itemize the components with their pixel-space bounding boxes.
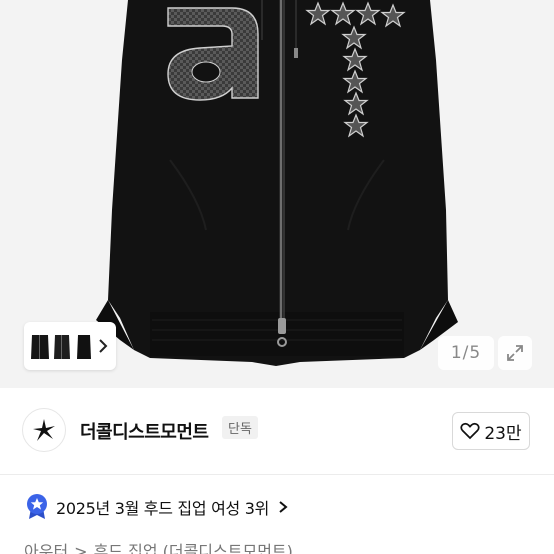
chevron-right-icon[interactable] — [96, 336, 110, 356]
like-count: 23만 — [484, 423, 522, 444]
breadcrumb-separator: > — [74, 542, 88, 554]
chevron-right-icon — [279, 501, 288, 513]
thumbnail-image[interactable] — [52, 329, 72, 363]
image-counter: 1/5 — [438, 336, 494, 370]
thumbnail-image[interactable] — [30, 329, 50, 363]
thumbnail-strip[interactable] — [24, 322, 116, 370]
thumbnail-image[interactable] — [74, 329, 94, 363]
shop-row: 더콜디스트모먼트 단독 23만 — [0, 388, 554, 474]
divider — [0, 474, 554, 475]
shop-logo-icon — [33, 419, 55, 441]
rank-badge-icon — [27, 494, 47, 519]
breadcrumb-item-outer[interactable]: 아우터 — [24, 542, 68, 554]
ranking-text: 2025년 3월 후드 집업 여성 3위 — [56, 499, 269, 518]
exclusive-badge: 단독 — [222, 416, 258, 439]
breadcrumb-item-hood-zipup[interactable]: 후드 집업 (더콜디스트모먼트) — [94, 542, 293, 554]
breadcrumb: 아우터 > 후드 집업 (더콜디스트모먼트) — [24, 538, 299, 554]
product-image-gallery[interactable]: 1/5 — [0, 0, 554, 388]
heart-icon — [460, 422, 480, 440]
shop-logo[interactable] — [22, 408, 66, 452]
expand-icon — [507, 345, 523, 361]
shop-name[interactable]: 더콜디스트모먼트 — [80, 418, 209, 444]
like-button[interactable]: 23만 — [452, 412, 530, 450]
expand-button[interactable] — [498, 336, 532, 370]
ranking-row[interactable]: 2025년 3월 후드 집업 여성 3위 — [26, 494, 289, 520]
